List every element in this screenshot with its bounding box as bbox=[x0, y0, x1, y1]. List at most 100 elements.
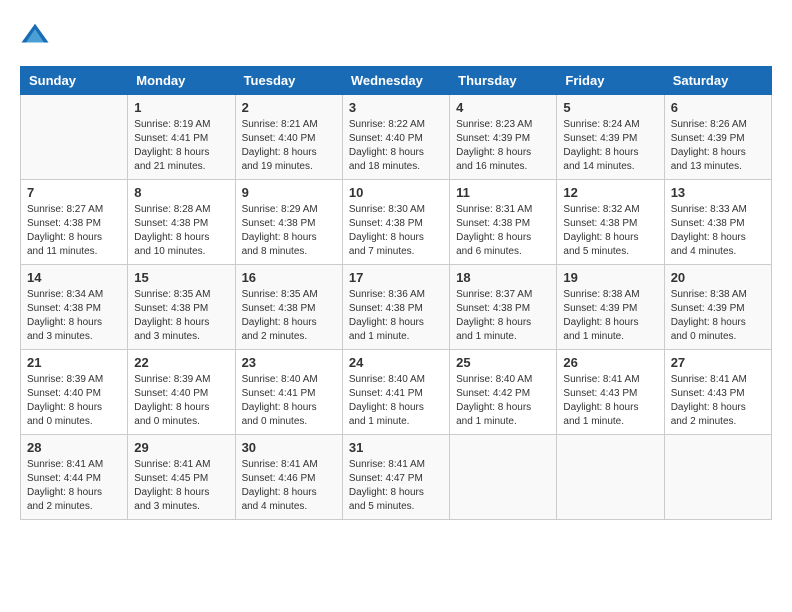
day-number: 31 bbox=[349, 440, 443, 455]
weekday-header-tuesday: Tuesday bbox=[235, 67, 342, 95]
calendar-cell: 15 Sunrise: 8:35 AM Sunset: 4:38 PM Dayli… bbox=[128, 265, 235, 350]
day-number: 10 bbox=[349, 185, 443, 200]
day-number: 2 bbox=[242, 100, 336, 115]
cell-content: Sunrise: 8:40 AM Sunset: 4:42 PM Dayligh… bbox=[456, 373, 550, 429]
day-number: 18 bbox=[456, 270, 550, 285]
cell-content: Sunrise: 8:28 AM Sunset: 4:38 PM Dayligh… bbox=[134, 203, 228, 259]
calendar-cell: 1Sunrise: 8:19 AM Sunset: 4:41 PM Daylig… bbox=[128, 95, 235, 180]
weekday-header-monday: Monday bbox=[128, 67, 235, 95]
calendar-cell: 8 Sunrise: 8:28 AM Sunset: 4:38 PM Daylig… bbox=[128, 180, 235, 265]
day-number: 19 bbox=[563, 270, 657, 285]
cell-content: Sunrise: 8:33 AM Sunset: 4:38 PM Dayligh… bbox=[671, 203, 765, 259]
cell-content: Sunrise: 8:41 AM Sunset: 4:44 PM Dayligh… bbox=[27, 458, 121, 514]
calendar-cell: 9 Sunrise: 8:29 AM Sunset: 4:38 PM Daylig… bbox=[235, 180, 342, 265]
cell-content: Sunrise: 8:22 AM Sunset: 4:40 PM Dayligh… bbox=[349, 118, 443, 174]
weekday-header-row: SundayMondayTuesdayWednesdayThursdayFrid… bbox=[21, 67, 772, 95]
day-number: 5 bbox=[563, 100, 657, 115]
day-number: 20 bbox=[671, 270, 765, 285]
calendar-cell: 27 Sunrise: 8:41 AM Sunset: 4:43 PM Dayli… bbox=[664, 350, 771, 435]
day-number: 3 bbox=[349, 100, 443, 115]
week-row-2: 7 Sunrise: 8:27 AM Sunset: 4:38 PM Daylig… bbox=[21, 180, 772, 265]
logo bbox=[20, 20, 54, 50]
calendar-cell bbox=[557, 435, 664, 520]
weekday-header-saturday: Saturday bbox=[664, 67, 771, 95]
cell-content: Sunrise: 8:39 AM Sunset: 4:40 PM Dayligh… bbox=[27, 373, 121, 429]
day-number: 26 bbox=[563, 355, 657, 370]
calendar-cell: 23 Sunrise: 8:40 AM Sunset: 4:41 PM Dayli… bbox=[235, 350, 342, 435]
calendar-cell: 4Sunrise: 8:23 AM Sunset: 4:39 PM Daylig… bbox=[450, 95, 557, 180]
cell-content: Sunrise: 8:30 AM Sunset: 4:38 PM Dayligh… bbox=[349, 203, 443, 259]
calendar-cell: 2Sunrise: 8:21 AM Sunset: 4:40 PM Daylig… bbox=[235, 95, 342, 180]
day-number: 14 bbox=[27, 270, 121, 285]
day-number: 4 bbox=[456, 100, 550, 115]
day-number: 21 bbox=[27, 355, 121, 370]
day-number: 6 bbox=[671, 100, 765, 115]
calendar-cell: 26 Sunrise: 8:41 AM Sunset: 4:43 PM Dayli… bbox=[557, 350, 664, 435]
calendar-cell: 17 Sunrise: 8:36 AM Sunset: 4:38 PM Dayli… bbox=[342, 265, 449, 350]
day-number: 11 bbox=[456, 185, 550, 200]
calendar-cell: 14 Sunrise: 8:34 AM Sunset: 4:38 PM Dayli… bbox=[21, 265, 128, 350]
day-number: 29 bbox=[134, 440, 228, 455]
day-number: 25 bbox=[456, 355, 550, 370]
page-header bbox=[20, 20, 772, 50]
cell-content: Sunrise: 8:41 AM Sunset: 4:47 PM Dayligh… bbox=[349, 458, 443, 514]
calendar-cell: 18 Sunrise: 8:37 AM Sunset: 4:38 PM Dayli… bbox=[450, 265, 557, 350]
calendar-cell bbox=[21, 95, 128, 180]
cell-content: Sunrise: 8:39 AM Sunset: 4:40 PM Dayligh… bbox=[134, 373, 228, 429]
cell-content: Sunrise: 8:41 AM Sunset: 4:45 PM Dayligh… bbox=[134, 458, 228, 514]
calendar-cell: 24 Sunrise: 8:40 AM Sunset: 4:41 PM Dayli… bbox=[342, 350, 449, 435]
day-number: 23 bbox=[242, 355, 336, 370]
cell-content: Sunrise: 8:35 AM Sunset: 4:38 PM Dayligh… bbox=[242, 288, 336, 344]
cell-content: Sunrise: 8:37 AM Sunset: 4:38 PM Dayligh… bbox=[456, 288, 550, 344]
cell-content: Sunrise: 8:32 AM Sunset: 4:38 PM Dayligh… bbox=[563, 203, 657, 259]
calendar-cell: 10 Sunrise: 8:30 AM Sunset: 4:38 PM Dayli… bbox=[342, 180, 449, 265]
calendar-cell: 21 Sunrise: 8:39 AM Sunset: 4:40 PM Dayli… bbox=[21, 350, 128, 435]
cell-content: Sunrise: 8:34 AM Sunset: 4:38 PM Dayligh… bbox=[27, 288, 121, 344]
cell-content: Sunrise: 8:40 AM Sunset: 4:41 PM Dayligh… bbox=[349, 373, 443, 429]
cell-content: Sunrise: 8:41 AM Sunset: 4:43 PM Dayligh… bbox=[563, 373, 657, 429]
day-number: 22 bbox=[134, 355, 228, 370]
cell-content: Sunrise: 8:41 AM Sunset: 4:43 PM Dayligh… bbox=[671, 373, 765, 429]
calendar-cell bbox=[664, 435, 771, 520]
cell-content: Sunrise: 8:35 AM Sunset: 4:38 PM Dayligh… bbox=[134, 288, 228, 344]
day-number: 15 bbox=[134, 270, 228, 285]
calendar-cell: 29 Sunrise: 8:41 AM Sunset: 4:45 PM Dayli… bbox=[128, 435, 235, 520]
calendar-cell: 31 Sunrise: 8:41 AM Sunset: 4:47 PM Dayli… bbox=[342, 435, 449, 520]
day-number: 28 bbox=[27, 440, 121, 455]
weekday-header-wednesday: Wednesday bbox=[342, 67, 449, 95]
calendar-cell: 11Sunrise: 8:31 AM Sunset: 4:38 PM Dayli… bbox=[450, 180, 557, 265]
day-number: 9 bbox=[242, 185, 336, 200]
calendar-cell: 5Sunrise: 8:24 AM Sunset: 4:39 PM Daylig… bbox=[557, 95, 664, 180]
calendar-cell: 16 Sunrise: 8:35 AM Sunset: 4:38 PM Dayli… bbox=[235, 265, 342, 350]
day-number: 27 bbox=[671, 355, 765, 370]
logo-icon bbox=[20, 20, 50, 50]
day-number: 7 bbox=[27, 185, 121, 200]
cell-content: Sunrise: 8:27 AM Sunset: 4:38 PM Dayligh… bbox=[27, 203, 121, 259]
day-number: 8 bbox=[134, 185, 228, 200]
calendar-cell: 20 Sunrise: 8:38 AM Sunset: 4:39 PM Dayli… bbox=[664, 265, 771, 350]
weekday-header-friday: Friday bbox=[557, 67, 664, 95]
calendar: SundayMondayTuesdayWednesdayThursdayFrid… bbox=[20, 66, 772, 520]
day-number: 24 bbox=[349, 355, 443, 370]
calendar-cell: 12 Sunrise: 8:32 AM Sunset: 4:38 PM Dayli… bbox=[557, 180, 664, 265]
calendar-cell: 28 Sunrise: 8:41 AM Sunset: 4:44 PM Dayli… bbox=[21, 435, 128, 520]
cell-content: Sunrise: 8:40 AM Sunset: 4:41 PM Dayligh… bbox=[242, 373, 336, 429]
day-number: 17 bbox=[349, 270, 443, 285]
calendar-cell bbox=[450, 435, 557, 520]
cell-content: Sunrise: 8:36 AM Sunset: 4:38 PM Dayligh… bbox=[349, 288, 443, 344]
weekday-header-thursday: Thursday bbox=[450, 67, 557, 95]
cell-content: Sunrise: 8:29 AM Sunset: 4:38 PM Dayligh… bbox=[242, 203, 336, 259]
cell-content: Sunrise: 8:26 AM Sunset: 4:39 PM Dayligh… bbox=[671, 118, 765, 174]
cell-content: Sunrise: 8:38 AM Sunset: 4:39 PM Dayligh… bbox=[671, 288, 765, 344]
day-number: 1 bbox=[134, 100, 228, 115]
day-number: 13 bbox=[671, 185, 765, 200]
cell-content: Sunrise: 8:41 AM Sunset: 4:46 PM Dayligh… bbox=[242, 458, 336, 514]
day-number: 12 bbox=[563, 185, 657, 200]
week-row-5: 28 Sunrise: 8:41 AM Sunset: 4:44 PM Dayli… bbox=[21, 435, 772, 520]
week-row-1: 1Sunrise: 8:19 AM Sunset: 4:41 PM Daylig… bbox=[21, 95, 772, 180]
calendar-cell: 13 Sunrise: 8:33 AM Sunset: 4:38 PM Dayli… bbox=[664, 180, 771, 265]
calendar-cell: 22 Sunrise: 8:39 AM Sunset: 4:40 PM Dayli… bbox=[128, 350, 235, 435]
day-number: 16 bbox=[242, 270, 336, 285]
week-row-4: 21 Sunrise: 8:39 AM Sunset: 4:40 PM Dayli… bbox=[21, 350, 772, 435]
calendar-cell: 7 Sunrise: 8:27 AM Sunset: 4:38 PM Daylig… bbox=[21, 180, 128, 265]
